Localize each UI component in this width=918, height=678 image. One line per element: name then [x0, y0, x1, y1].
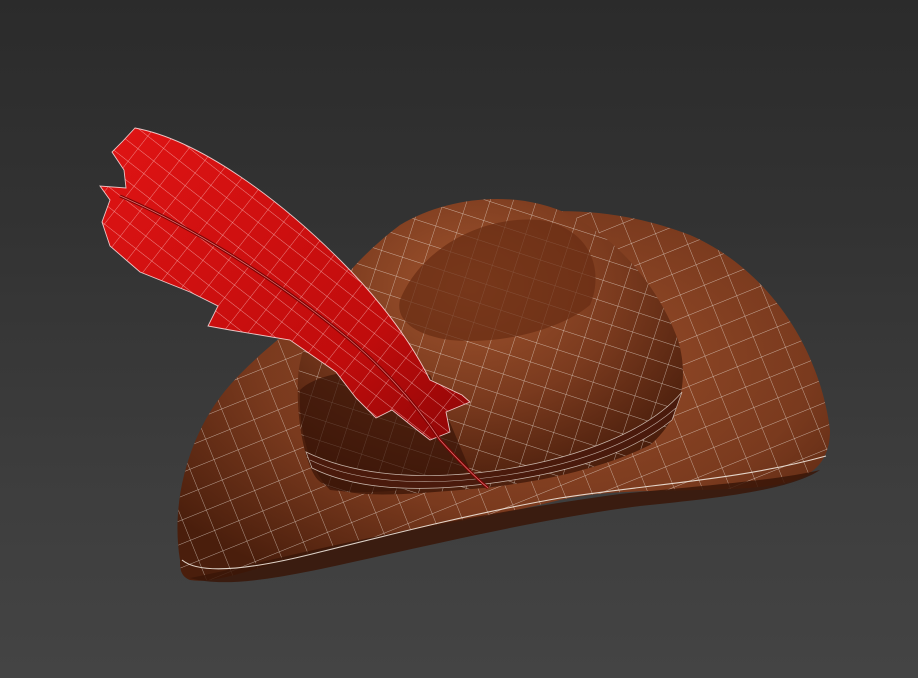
3d-viewport[interactable] [0, 0, 918, 678]
viewport-canvas[interactable] [0, 0, 918, 678]
